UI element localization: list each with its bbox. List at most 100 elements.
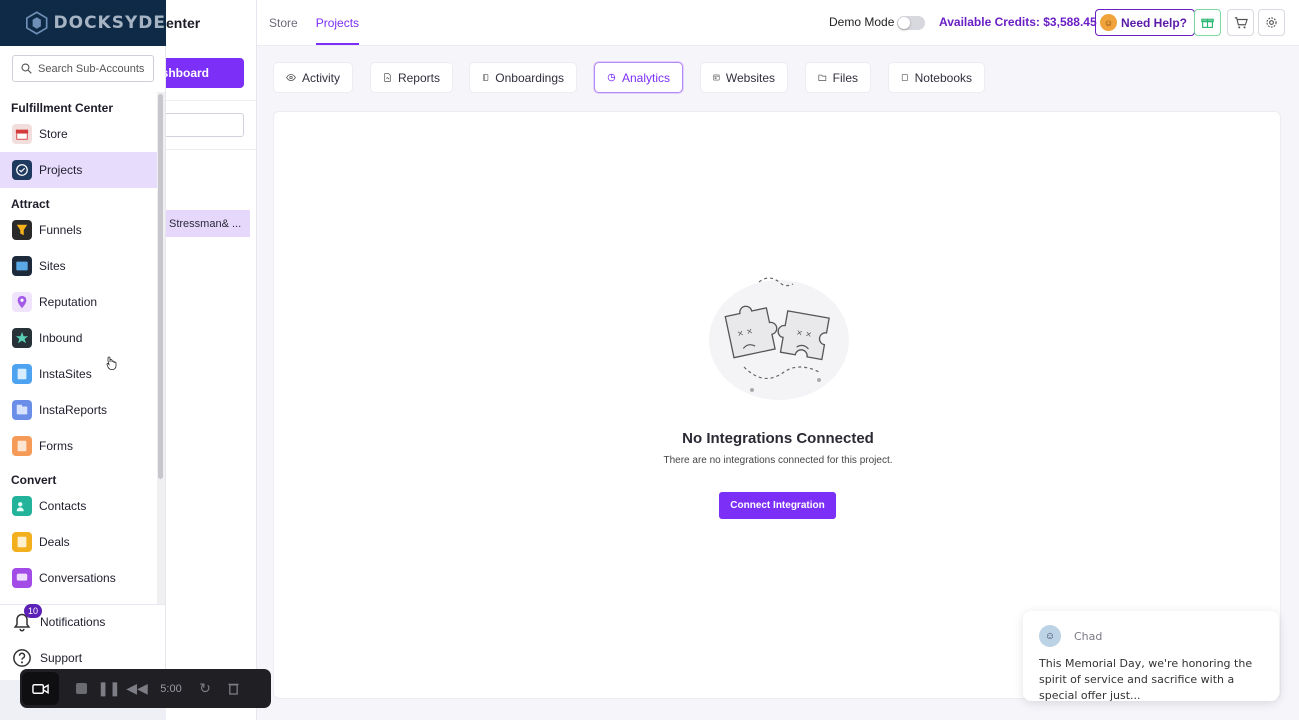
sidebar-item-funnels[interactable]: Funnels [0, 212, 157, 248]
chat-popup[interactable]: ☺ Chad This Memorial Day, we're honoring… [1023, 611, 1279, 702]
report-icon [384, 73, 391, 82]
settings-button[interactable] [1258, 9, 1285, 36]
rewind-button[interactable]: ◀◀ [123, 672, 151, 705]
demo-mode-toggle[interactable] [897, 16, 925, 30]
stop-icon [75, 683, 87, 694]
sidebar-scroll-thumb[interactable] [158, 94, 163, 479]
chat-sender-name: Chad [1074, 630, 1103, 643]
sidebar-item-label: Inbound [39, 331, 83, 345]
book-icon [483, 74, 489, 81]
sidebar-item-label: Forms [39, 439, 73, 453]
sidebar-item-label: Projects [39, 163, 83, 177]
instareports-icon [12, 400, 32, 420]
cart-button[interactable] [1227, 9, 1254, 36]
funnel-icon [12, 220, 32, 240]
logo-text: DOCKSYDE [53, 13, 166, 33]
divider [0, 604, 166, 605]
sidebar: DOCKSYDE Fulfillment Center Store Projec… [0, 0, 166, 720]
selected-project-item[interactable]: Stressman& ... [166, 210, 250, 237]
tab-activity[interactable]: Activity [273, 62, 353, 93]
forms-icon [12, 436, 32, 456]
sidebar-item-label: Reputation [39, 295, 98, 309]
search-icon [21, 63, 32, 74]
sidebar-item-projects[interactable]: Projects [0, 152, 157, 188]
sub-account-search-input[interactable] [38, 62, 148, 75]
sidebar-item-label: Conversations [39, 571, 116, 585]
recording-timer: 5:00 [160, 682, 182, 695]
help-circle-icon [13, 649, 31, 667]
sidebar-item-sites[interactable]: Sites [0, 248, 157, 284]
notebook-icon [901, 74, 908, 81]
need-help-button[interactable]: ☺ Need Help? [1095, 9, 1196, 36]
chat-message-preview: This Memorial Day, we're honoring the sp… [1039, 657, 1253, 702]
gift-icon [1201, 18, 1214, 28]
video-camera-icon [32, 683, 49, 694]
tab-onboardings[interactable]: Onboardings [469, 62, 577, 93]
top-nav-store[interactable]: Store [269, 0, 298, 46]
tab-notebooks[interactable]: Notebooks [888, 62, 985, 93]
connect-integration-button[interactable]: Connect Integration [719, 492, 836, 519]
camera-button[interactable] [22, 672, 59, 705]
folder-icon [818, 74, 827, 81]
eye-icon [286, 73, 296, 82]
sub-account-search[interactable] [12, 55, 154, 82]
divider [166, 149, 256, 150]
sites-icon [12, 256, 32, 276]
available-credits: Available Credits: $3,588.45 [939, 15, 1097, 29]
stop-button[interactable] [67, 672, 95, 705]
toggle-knob [898, 17, 910, 29]
mouse-cursor-icon [106, 356, 117, 370]
instasites-icon [12, 364, 32, 384]
tab-analytics[interactable]: Analytics [594, 62, 683, 93]
sidebar-item-label: Store [39, 127, 68, 141]
dashboard-button[interactable]: shboard [166, 58, 244, 88]
tab-label: Websites [725, 70, 775, 85]
tab-reports[interactable]: Reports [370, 62, 453, 93]
location-pin-icon [12, 292, 32, 312]
contacts-icon [12, 496, 32, 516]
chat-agent-avatar: ☺ [1039, 625, 1061, 647]
support-avatar-icon: ☺ [1100, 14, 1117, 31]
gear-icon [1266, 17, 1277, 28]
cart-icon [1234, 16, 1248, 28]
conversations-icon [12, 568, 32, 588]
sidebar-item-label: Deals [39, 535, 70, 549]
top-bar: Store Projects Demo Mode Available Credi… [257, 0, 1299, 46]
sidebar-item-instareports[interactable]: InstaReports [0, 392, 157, 428]
restart-button[interactable]: ↻ [191, 672, 219, 705]
column-search-input[interactable] [166, 113, 244, 137]
rewind-icon: ◀◀ [126, 680, 148, 696]
sidebar-nav-list: Fulfillment Center Store Projects Attrac… [0, 92, 157, 602]
tab-files[interactable]: Files [805, 62, 871, 93]
gift-button[interactable] [1194, 9, 1221, 36]
delete-button[interactable] [219, 672, 247, 705]
tab-label: Reports [397, 70, 440, 85]
sidebar-item-instasites[interactable]: InstaSites [0, 356, 157, 392]
sidebar-item-label: InstaSites [39, 367, 92, 381]
sidebar-item-reputation[interactable]: Reputation [0, 284, 157, 320]
sidebar-item-deals[interactable]: Deals [0, 524, 157, 560]
pause-button[interactable]: ❚❚ [95, 672, 123, 705]
sub-account-column: enter shboard Stressman& ... [166, 0, 257, 720]
top-nav-projects[interactable]: Projects [315, 0, 360, 46]
need-help-label: Need Help? [1121, 15, 1188, 30]
column-title: enter [166, 15, 201, 31]
notifications-count-badge: 10 [24, 604, 43, 618]
sidebar-item-forms[interactable]: Forms [0, 428, 157, 464]
pie-chart-icon [607, 73, 616, 82]
tab-label: Files [832, 70, 858, 85]
tab-label: Analytics [621, 70, 670, 85]
sidebar-item-contacts[interactable]: Contacts [0, 488, 157, 524]
sidebar-item-inbound[interactable]: Inbound [0, 320, 157, 356]
restart-icon: ↻ [199, 680, 211, 696]
empty-state-title: No Integrations Connected [682, 430, 874, 447]
empty-state-subtitle: There are no integrations connected for … [663, 455, 893, 466]
sidebar-scrollbar[interactable] [157, 92, 165, 604]
tab-websites[interactable]: Websites [700, 62, 788, 93]
inbound-star-icon [12, 328, 32, 348]
sidebar-item-store[interactable]: Store [0, 116, 157, 152]
section-fulfillment-center: Fulfillment Center [11, 101, 114, 115]
tab-label: Activity [301, 70, 340, 85]
puzzle-pieces-illustration: × × × × [709, 277, 849, 400]
sidebar-item-conversations[interactable]: Conversations [0, 560, 157, 596]
